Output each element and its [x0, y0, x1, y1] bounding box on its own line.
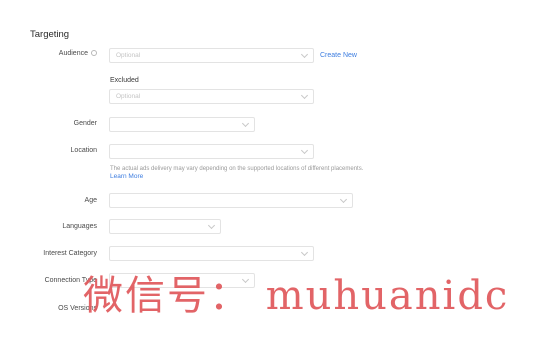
audience-label-text: Audience [58, 50, 88, 57]
audience-select[interactable]: Optional [109, 48, 314, 63]
interest-category-select[interactable] [109, 246, 314, 261]
chevron-down-icon [241, 119, 250, 128]
audience-label: Audience [59, 49, 97, 59]
languages-label: Languages [62, 223, 97, 230]
learn-more-link[interactable]: Learn More [110, 173, 143, 181]
chevron-down-icon [300, 91, 309, 100]
location-label: Location [70, 147, 97, 154]
languages-select[interactable] [109, 219, 221, 234]
create-new-link[interactable]: Create New [320, 51, 357, 61]
excluded-select[interactable]: Optional [109, 89, 314, 104]
chevron-down-icon [300, 146, 309, 155]
excluded-label: Excluded [110, 77, 139, 84]
audience-placeholder: Optional [116, 52, 141, 59]
info-circle-icon[interactable] [91, 50, 97, 56]
gender-label: Gender [73, 120, 97, 127]
interest-category-label: Interest Category [43, 250, 97, 257]
targeting-form: Targeting Audience Optional Create New E… [0, 0, 554, 341]
location-hint: The actual ads delivery may vary dependi… [110, 166, 364, 172]
location-select[interactable] [109, 144, 314, 159]
gender-select[interactable] [109, 117, 255, 132]
age-label: Age [84, 197, 97, 204]
watermark-text: 微信号： muhuanidc [83, 273, 510, 319]
section-title: Targeting [30, 29, 70, 40]
chevron-down-icon [339, 195, 348, 204]
age-select[interactable] [109, 193, 353, 208]
chevron-down-icon [207, 221, 216, 230]
chevron-down-icon [300, 248, 309, 257]
excluded-placeholder: Optional [116, 93, 141, 100]
chevron-down-icon [300, 50, 309, 59]
